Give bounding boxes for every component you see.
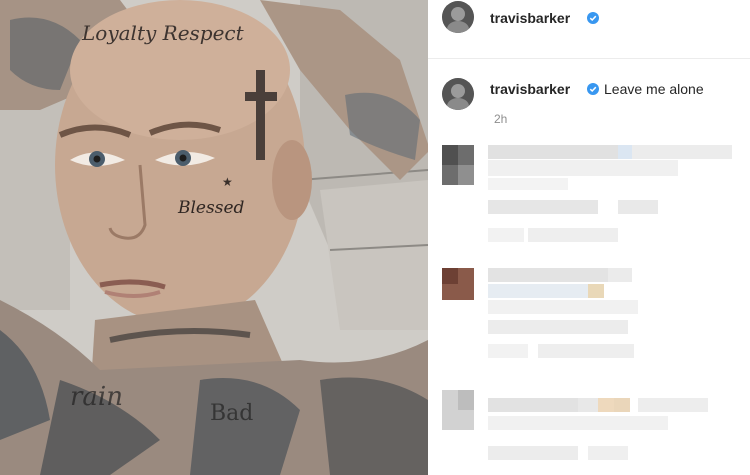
post-photo-image: ★ rain Bad Loyalty Respect Blessed [0, 0, 428, 475]
verified-badge-icon [587, 12, 599, 24]
caption-verified-badge-icon [587, 83, 599, 95]
avatar[interactable] [442, 1, 474, 33]
caption-timestamp[interactable]: 2h [494, 112, 507, 126]
caption-text: Leave me alone [604, 81, 704, 97]
post-photo[interactable]: ★ rain Bad Loyalty Respect Blessed [0, 0, 428, 475]
instagram-post: ★ rain Bad Loyalty Respect Blessed travi… [0, 0, 750, 475]
neck-tattoo-text: Bad [210, 401, 253, 426]
header-username[interactable]: travisbarker [490, 10, 570, 26]
caption-username[interactable]: travisbarker [490, 81, 570, 97]
cheek-tattoo-text: Blessed [177, 198, 244, 218]
forehead-tattoo-text: Loyalty Respect [81, 21, 245, 45]
post-side-panel: travisbarker travisbarker Leave me alone… [428, 0, 750, 475]
caption-avatar[interactable] [442, 78, 474, 110]
post-header: travisbarker [428, 0, 750, 59]
svg-text:rain: rain [70, 382, 123, 412]
svg-text:★: ★ [222, 175, 233, 189]
